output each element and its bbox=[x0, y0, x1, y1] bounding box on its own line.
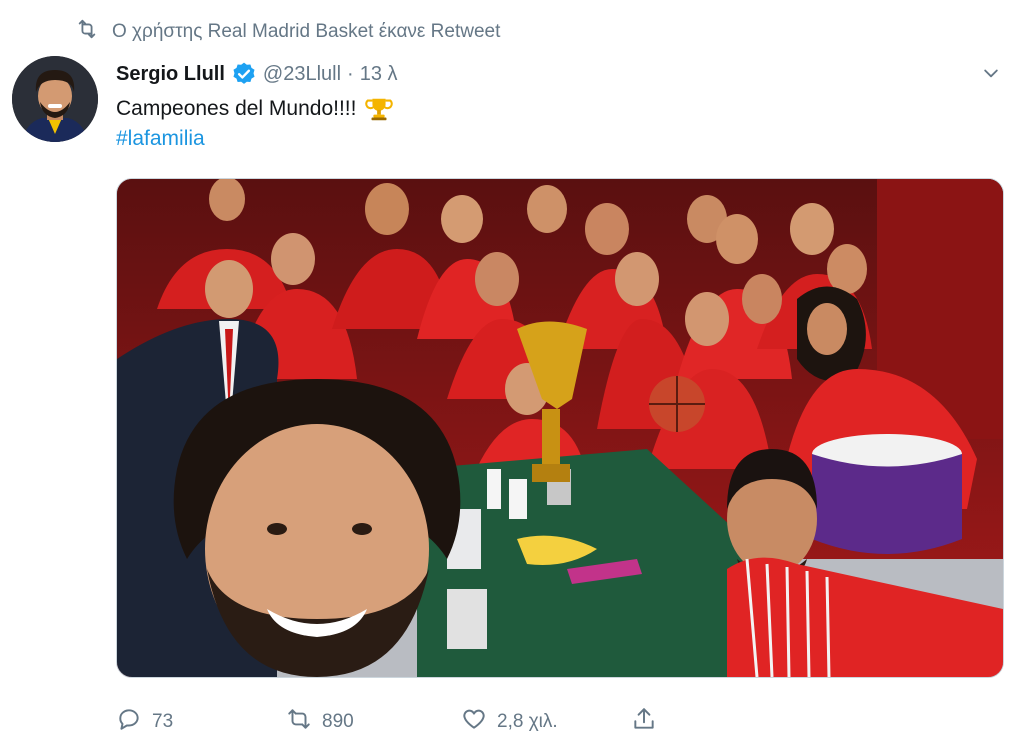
retweet-button[interactable]: 890 bbox=[286, 706, 461, 738]
like-count: 2,8 χιλ. bbox=[497, 711, 558, 732]
share-icon bbox=[631, 706, 657, 738]
author-handle[interactable]: @23Llull bbox=[263, 63, 341, 86]
tweet-body: Campeones del Mundo!!!! #lafamilia bbox=[116, 94, 394, 154]
heart-icon bbox=[461, 706, 487, 738]
chevron-down-icon[interactable] bbox=[980, 62, 1002, 84]
tweet-photo[interactable] bbox=[116, 178, 1004, 678]
reply-icon bbox=[116, 706, 142, 738]
reply-count: 73 bbox=[152, 711, 174, 732]
share-button[interactable] bbox=[631, 706, 657, 738]
retweet-action-icon bbox=[286, 706, 312, 738]
reply-button[interactable]: 73 bbox=[116, 706, 286, 738]
trophy-icon bbox=[364, 94, 394, 124]
retweet-context[interactable]: Ο χρήστης Real Madrid Basket έκανε Retwe… bbox=[76, 18, 501, 46]
retweet-count: 890 bbox=[322, 711, 354, 732]
header-separator: · bbox=[347, 62, 354, 85]
tweet-actions: 73 890 2,8 χιλ. bbox=[116, 706, 657, 738]
avatar[interactable] bbox=[12, 56, 98, 142]
retweet-context-text: Ο χρήστης Real Madrid Basket έκανε Retwe… bbox=[112, 21, 501, 42]
tweet-text: Campeones del Mundo!!!! bbox=[116, 97, 357, 120]
like-button[interactable]: 2,8 χιλ. bbox=[461, 706, 631, 738]
tweet-timestamp[interactable]: 13 λ bbox=[360, 63, 398, 86]
author-name[interactable]: Sergio Llull bbox=[116, 63, 225, 86]
retweet-icon bbox=[76, 18, 98, 46]
tweet-header: Sergio Llull @23Llull · 13 λ bbox=[116, 60, 1000, 88]
hashtag-link[interactable]: #lafamilia bbox=[116, 124, 205, 154]
verified-badge-icon bbox=[231, 61, 257, 87]
